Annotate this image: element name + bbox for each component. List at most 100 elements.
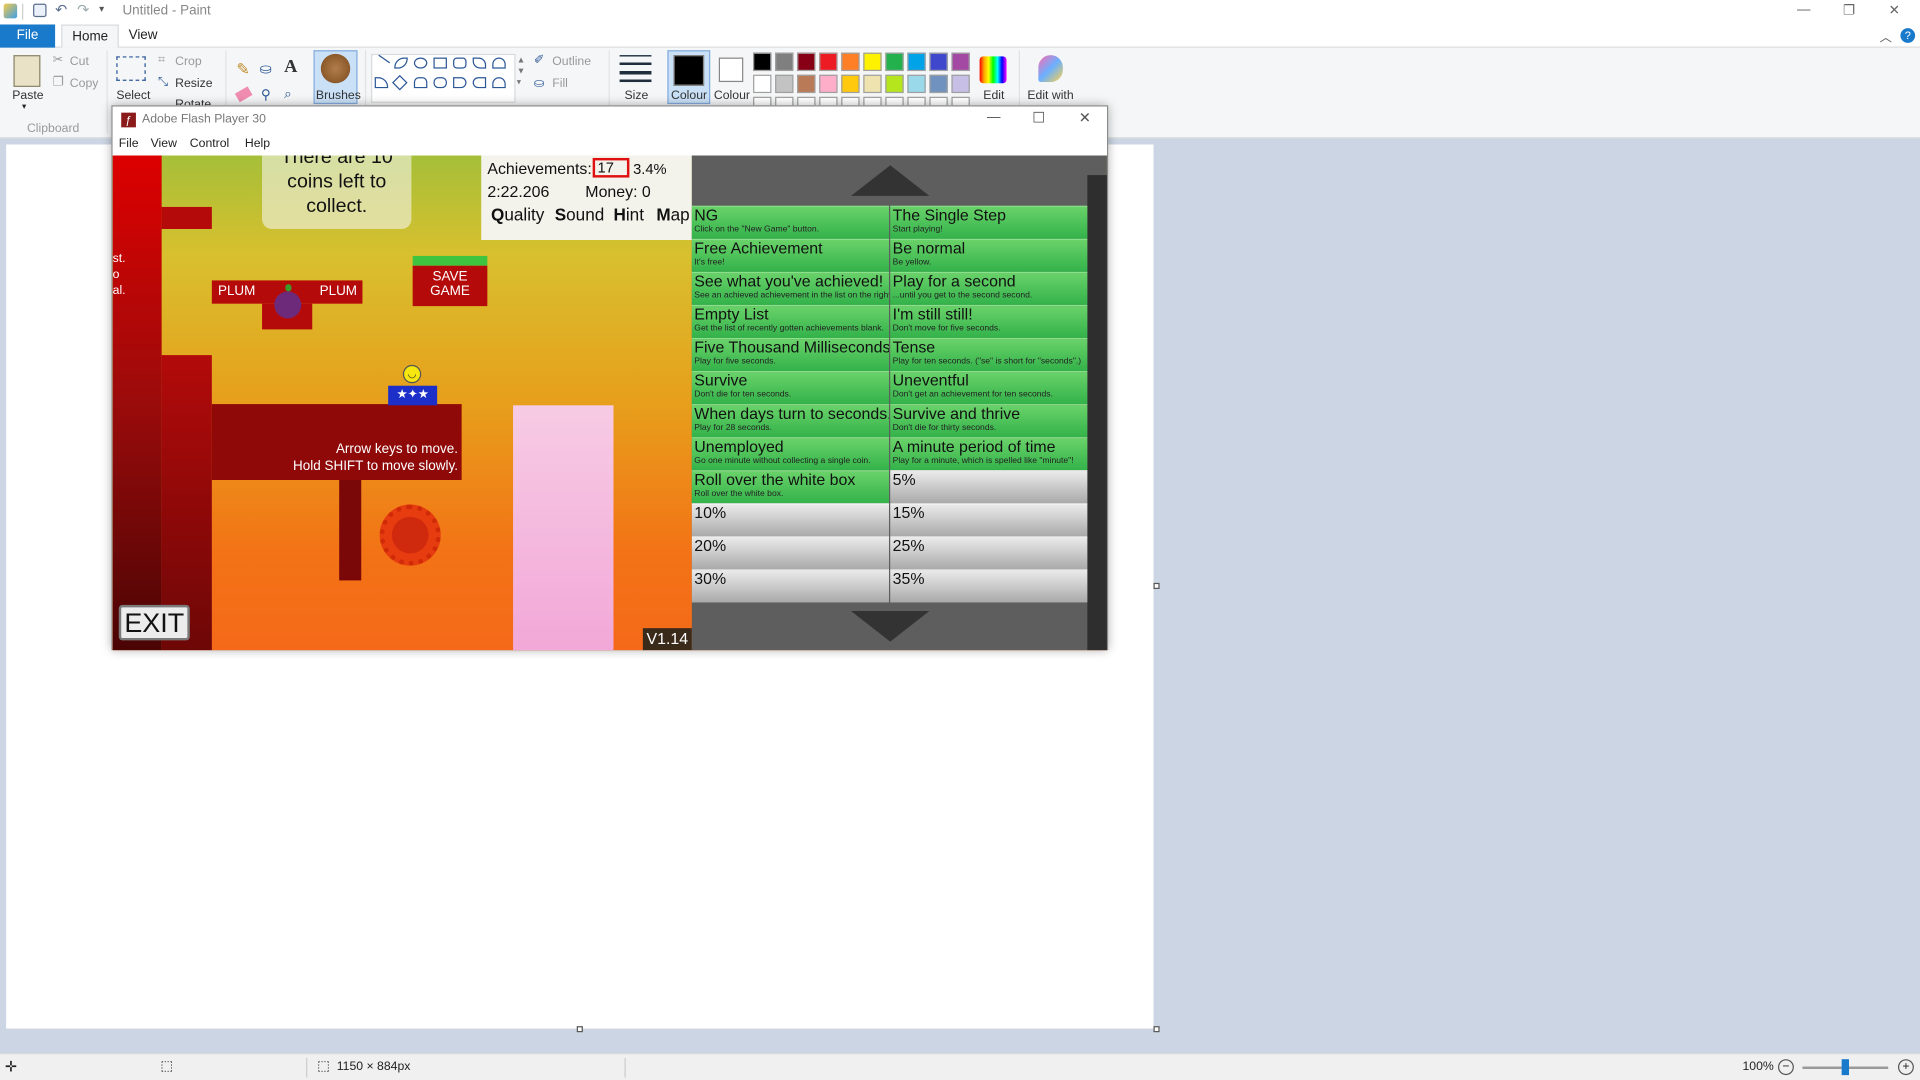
copy-button[interactable]: Copy bbox=[70, 77, 99, 90]
oval-shape-icon[interactable] bbox=[413, 57, 428, 69]
palette-swatch[interactable] bbox=[951, 52, 970, 72]
palette-swatch[interactable] bbox=[819, 74, 838, 94]
flash-menu-file[interactable]: File bbox=[119, 137, 139, 150]
flash-maximize-button[interactable]: ☐ bbox=[1032, 109, 1045, 126]
achievement-cell[interactable]: 10% bbox=[691, 503, 889, 537]
edit-colours-button[interactable]: Edit bbox=[983, 89, 1004, 102]
achievement-cell[interactable]: Uneventful Don't get an achievement for t… bbox=[890, 371, 1088, 405]
achievement-cell[interactable]: Tense Play for ten seconds. ("se" is shor… bbox=[890, 337, 1088, 372]
save-icon[interactable] bbox=[33, 3, 47, 18]
save-game-button[interactable]: SAVE GAME bbox=[412, 265, 488, 307]
flash-menu-help[interactable]: Help bbox=[245, 137, 270, 150]
palette-swatch[interactable] bbox=[797, 74, 816, 94]
size-button[interactable]: Size bbox=[624, 89, 648, 102]
zoom-in-button[interactable]: + bbox=[1897, 1059, 1914, 1076]
palette-swatch[interactable] bbox=[819, 52, 838, 72]
text-icon[interactable]: A bbox=[284, 58, 297, 79]
tab-view[interactable]: View bbox=[119, 24, 168, 47]
size-icon[interactable] bbox=[619, 55, 652, 83]
scroll-up-arrow-icon[interactable] bbox=[851, 165, 930, 196]
game-stage[interactable]: st. o al. There are 10 coins left to col… bbox=[112, 155, 1107, 651]
palette-swatch[interactable] bbox=[797, 52, 816, 72]
achievement-cell[interactable]: 35% bbox=[890, 569, 1088, 603]
achievement-cell[interactable]: The Single Step Start playing! bbox=[890, 205, 1088, 239]
scroll-down-arrow-icon[interactable] bbox=[851, 611, 930, 642]
fill-bucket-icon[interactable]: ⛀ bbox=[260, 60, 272, 77]
up-arrow-shape-icon[interactable] bbox=[492, 77, 506, 89]
select-icon[interactable] bbox=[116, 56, 146, 81]
shapes-scroll-icon[interactable]: ▲ ▼ ▾ bbox=[517, 55, 525, 88]
crop-button[interactable]: Crop bbox=[175, 55, 202, 68]
canvas-resize-handle-right[interactable] bbox=[1153, 582, 1160, 589]
tab-home[interactable]: Home bbox=[61, 24, 120, 48]
cut-button[interactable]: Cut bbox=[70, 55, 89, 68]
edit-with-button[interactable]: Edit with bbox=[1027, 89, 1073, 102]
option-map[interactable]: Map bbox=[656, 204, 689, 224]
customize-qat-icon[interactable]: ▾ bbox=[99, 4, 104, 15]
achievement-cell[interactable]: Play for a second ...until you get to the… bbox=[890, 271, 1088, 305]
hexagon-shape-icon[interactable] bbox=[433, 77, 447, 89]
palette-swatch[interactable] bbox=[775, 74, 794, 94]
palette-swatch[interactable] bbox=[753, 74, 772, 94]
colour2-swatch[interactable] bbox=[718, 57, 744, 83]
achievement-cell[interactable]: A minute period of time Play for a minute… bbox=[890, 437, 1088, 471]
magnifier-icon[interactable]: ⌕ bbox=[284, 87, 292, 103]
achievement-cell[interactable]: NG Click on the "New Game" button. bbox=[691, 205, 889, 239]
tab-file[interactable]: File bbox=[0, 24, 56, 48]
achievement-cell[interactable]: Survive and thrive Don't die for thirty s… bbox=[890, 404, 1088, 438]
colour-picker-icon[interactable]: ⚲ bbox=[261, 87, 271, 103]
plum-fruit[interactable] bbox=[274, 291, 302, 319]
palette-swatch[interactable] bbox=[907, 52, 926, 72]
achievement-cell[interactable]: See what you've achieved! See an achieved… bbox=[691, 271, 889, 305]
left-arrow-shape-icon[interactable] bbox=[472, 77, 487, 89]
achievement-cell[interactable]: When days turn to seconds... Play for 28 … bbox=[691, 404, 889, 438]
outline-button[interactable]: Outline bbox=[552, 55, 591, 68]
palette-swatch[interactable] bbox=[753, 52, 772, 72]
option-sound[interactable]: Sound bbox=[555, 204, 605, 224]
paint3d-icon[interactable] bbox=[1038, 55, 1063, 83]
achievement-cell[interactable]: 30% bbox=[691, 569, 889, 603]
paste-chevron-icon[interactable]: ▾ bbox=[22, 102, 26, 112]
achievement-cell[interactable]: 5% bbox=[890, 470, 1088, 504]
fill-button[interactable]: Fill bbox=[552, 77, 568, 90]
palette-swatch[interactable] bbox=[929, 52, 948, 72]
redo-icon[interactable]: ↷ bbox=[77, 1, 89, 18]
palette-swatch[interactable] bbox=[841, 52, 860, 72]
achievement-cell[interactable]: Survive Don't die for ten seconds. bbox=[691, 371, 889, 405]
undo-icon[interactable]: ↶ bbox=[55, 1, 67, 18]
palette-swatch[interactable] bbox=[929, 74, 948, 94]
achievement-cell[interactable]: I'm still still! Don't move for five seco… bbox=[890, 304, 1088, 338]
palette-swatch[interactable] bbox=[841, 74, 860, 94]
right-arrow-shape-icon[interactable] bbox=[453, 77, 467, 89]
palette-swatch[interactable] bbox=[885, 74, 904, 94]
exit-button[interactable]: EXIT bbox=[118, 604, 190, 641]
achievement-cell[interactable]: Be normal Be yellow. bbox=[890, 238, 1088, 272]
achievement-cell[interactable]: Free Achievement It's free! bbox=[691, 238, 889, 272]
canvas-resize-handle-bottom[interactable] bbox=[576, 1026, 583, 1033]
edit-colours-icon[interactable] bbox=[979, 56, 1007, 84]
palette-swatch[interactable] bbox=[775, 52, 794, 72]
achievement-cell[interactable]: 25% bbox=[890, 536, 1088, 570]
help-icon[interactable]: ? bbox=[1900, 28, 1916, 43]
achievement-cell[interactable]: Unemployed Go one minute without collecti… bbox=[691, 437, 889, 471]
palette-swatch[interactable] bbox=[885, 52, 904, 72]
eraser-icon[interactable] bbox=[234, 86, 253, 103]
flash-close-button[interactable]: ✕ bbox=[1079, 109, 1091, 126]
collapse-ribbon-icon[interactable]: ︿ bbox=[1880, 27, 1892, 45]
colour2-label[interactable]: Colour bbox=[714, 89, 750, 102]
restore-button[interactable]: ❐ bbox=[1831, 2, 1868, 22]
canvas-resize-handle-corner[interactable] bbox=[1153, 1026, 1160, 1033]
palette-swatch[interactable] bbox=[863, 74, 882, 94]
pentagon-shape-icon[interactable] bbox=[413, 77, 428, 89]
zoom-out-button[interactable]: − bbox=[1777, 1059, 1794, 1076]
flash-minimize-button[interactable]: — bbox=[987, 110, 1000, 125]
flash-menu-view[interactable]: View bbox=[151, 137, 177, 150]
paste-icon[interactable] bbox=[13, 55, 41, 87]
achievement-cell[interactable]: 20% bbox=[691, 536, 889, 570]
resize-button[interactable]: Resize bbox=[175, 77, 212, 90]
minimize-button[interactable]: — bbox=[1785, 2, 1822, 22]
select-button[interactable]: Select bbox=[116, 89, 150, 102]
close-button[interactable]: ✕ bbox=[1876, 2, 1913, 22]
zoom-slider-thumb[interactable] bbox=[1841, 1059, 1849, 1076]
achievement-cell[interactable]: Empty List Get the list of recently gotte… bbox=[691, 304, 889, 338]
